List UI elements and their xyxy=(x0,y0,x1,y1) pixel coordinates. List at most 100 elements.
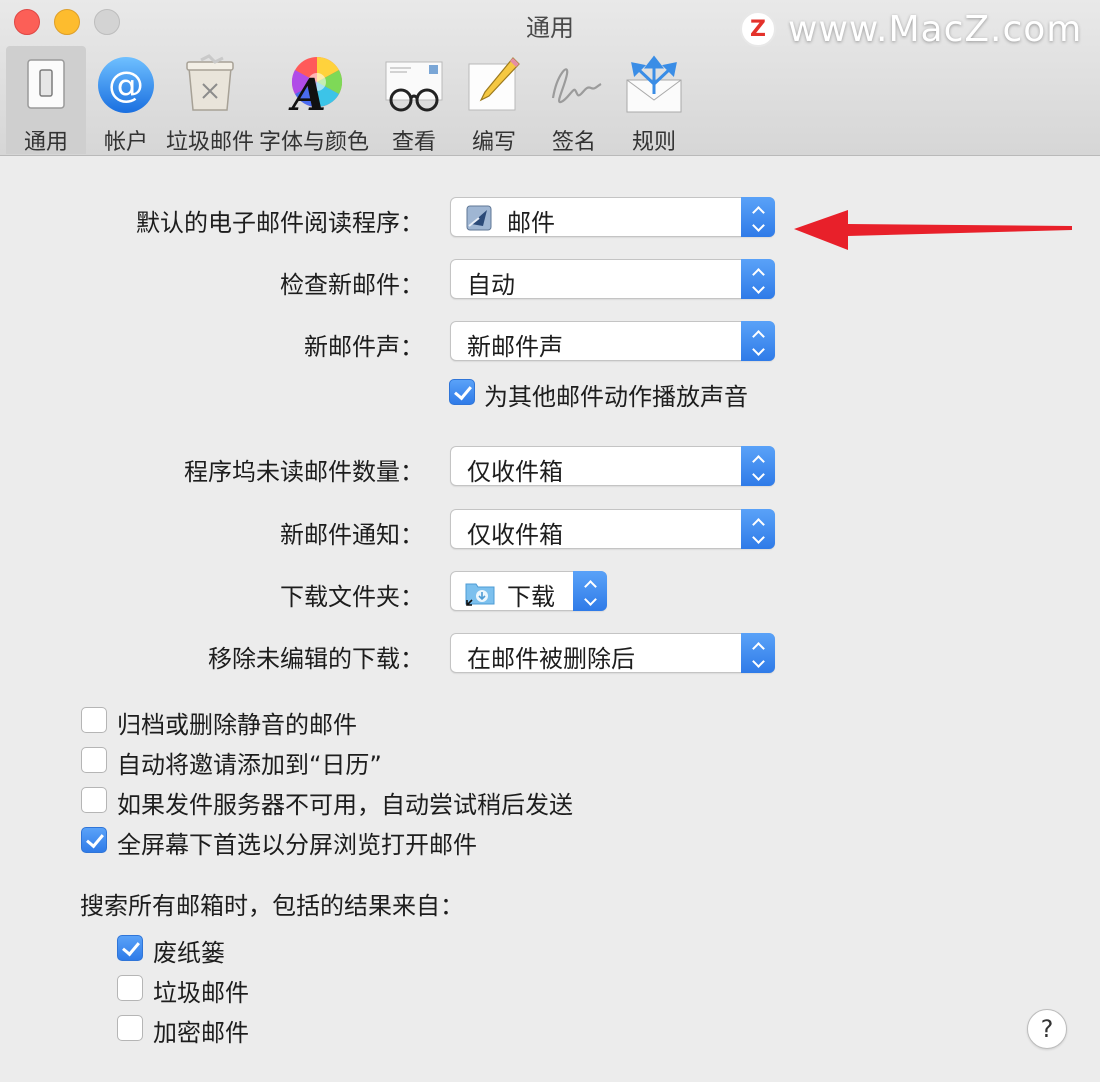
envelope-arrows-icon xyxy=(623,54,685,116)
search-junk-checkbox[interactable] xyxy=(117,975,143,1001)
tab-general-label: 通用 xyxy=(23,130,68,155)
downloads-folder-label: 下载文件夹： xyxy=(280,583,424,611)
chevron-down-icon xyxy=(751,219,765,232)
retry-send-label: 如果发件服务器不可用，自动尝试稍后发送 xyxy=(117,791,573,819)
popup-stepper xyxy=(741,321,775,361)
default-reader-row: 默认的电子邮件阅读程序： 邮件 xyxy=(0,197,1100,239)
new-mail-notifications-label: 新邮件通知： xyxy=(280,521,424,549)
retry-send-checkbox[interactable] xyxy=(81,787,107,813)
default-reader-label: 默认的电子邮件阅读程序： xyxy=(136,209,424,237)
title-bar: 通用 Z www.MacZ.com 通用 @ 帐户 垃圾邮件 A 字体与颜色 查… xyxy=(0,0,1100,156)
downloads-folder-row: 下载文件夹： 下载 xyxy=(0,571,1100,613)
archive-muted-label: 归档或删除静音的邮件 xyxy=(117,711,357,739)
chevron-up-icon xyxy=(751,455,765,468)
downloads-folder-popup[interactable]: 下载 xyxy=(450,571,607,611)
chevron-up-icon xyxy=(751,642,765,655)
new-mail-sound-label: 新邮件声： xyxy=(304,333,424,361)
preferences-toolbar: 通用 @ 帐户 垃圾邮件 A 字体与颜色 查看 编写 签名 规则 xyxy=(6,46,694,155)
search-junk-label: 垃圾邮件 xyxy=(153,979,249,1007)
mail-preferences-window: 通用 Z www.MacZ.com 通用 @ 帐户 垃圾邮件 A 字体与颜色 查… xyxy=(0,0,1100,1082)
new-mail-notifications-value: 仅收件箱 xyxy=(467,521,563,549)
chevron-up-icon xyxy=(751,206,765,219)
help-button[interactable]: ? xyxy=(1027,1009,1067,1049)
tab-accounts-label: 帐户 xyxy=(103,130,148,155)
split-view-checkbox[interactable] xyxy=(81,827,107,853)
tab-signatures[interactable]: 签名 xyxy=(534,46,614,155)
search-section-title: 搜索所有邮箱时，包括的结果来自： xyxy=(80,892,464,920)
mail-app-icon xyxy=(465,204,493,232)
tab-general[interactable]: 通用 xyxy=(6,46,86,155)
svg-text:@: @ xyxy=(108,65,144,106)
check-new-mail-value: 自动 xyxy=(467,271,515,299)
popup-stepper xyxy=(741,633,775,673)
check-new-mail-label: 检查新邮件： xyxy=(280,271,424,299)
watermark-logo-icon: Z xyxy=(740,11,776,47)
new-mail-sound-popup[interactable]: 新邮件声 xyxy=(450,321,775,361)
play-sounds-label: 为其他邮件动作播放声音 xyxy=(484,383,748,411)
play-sounds-checkbox[interactable] xyxy=(449,379,475,405)
popup-stepper xyxy=(741,259,775,299)
add-invitations-label: 自动将邀请添加到“日历” xyxy=(117,751,382,779)
popup-stepper xyxy=(741,446,775,486)
switch-icon xyxy=(15,54,77,116)
remove-downloads-label: 移除未编辑的下载： xyxy=(208,645,424,673)
split-view-label: 全屏幕下首选以分屏浏览打开邮件 xyxy=(117,831,477,859)
trash-bin-icon xyxy=(179,54,241,116)
glasses-icon xyxy=(383,54,445,116)
pencil-paper-icon xyxy=(463,54,525,116)
new-mail-notifications-row: 新邮件通知： 仅收件箱 xyxy=(0,509,1100,551)
chevron-up-icon xyxy=(751,330,765,343)
popup-stepper xyxy=(741,197,775,237)
dock-unread-label: 程序坞未读邮件数量： xyxy=(184,458,424,486)
svg-text:A: A xyxy=(288,70,326,116)
default-reader-popup[interactable]: 邮件 xyxy=(450,197,775,237)
tab-fonts-colors-label: 字体与颜色 xyxy=(258,130,369,155)
dock-unread-row: 程序坞未读邮件数量： 仅收件箱 xyxy=(0,446,1100,488)
signature-icon xyxy=(543,54,605,116)
downloads-folder-value: 下载 xyxy=(507,583,555,611)
add-invitations-checkbox[interactable] xyxy=(81,747,107,773)
tab-fonts-colors[interactable]: A 字体与颜色 xyxy=(254,46,374,155)
chevron-down-icon xyxy=(751,655,765,668)
tab-junk-mail-label: 垃圾邮件 xyxy=(166,130,255,155)
tab-viewing[interactable]: 查看 xyxy=(374,46,454,155)
remove-downloads-value: 在邮件被删除后 xyxy=(467,645,635,673)
tab-junk-mail[interactable]: 垃圾邮件 xyxy=(166,46,255,155)
chevron-down-icon xyxy=(583,593,597,606)
tab-rules[interactable]: 规则 xyxy=(614,46,694,155)
remove-downloads-popup[interactable]: 在邮件被删除后 xyxy=(450,633,775,673)
new-mail-sound-value: 新邮件声 xyxy=(467,333,563,361)
general-settings-pane: 默认的电子邮件阅读程序： 邮件 检查新邮件： 自动 新邮件声： 新邮件声 为其他… xyxy=(0,156,1100,1082)
tab-composing[interactable]: 编写 xyxy=(454,46,534,155)
chevron-down-icon xyxy=(751,343,765,356)
chevron-up-icon xyxy=(751,518,765,531)
check-new-mail-popup[interactable]: 自动 xyxy=(450,259,775,299)
new-mail-sound-row: 新邮件声： 新邮件声 xyxy=(0,321,1100,363)
chevron-down-icon xyxy=(751,281,765,294)
dock-unread-popup[interactable]: 仅收件箱 xyxy=(450,446,775,486)
default-reader-value: 邮件 xyxy=(507,209,555,237)
tab-rules-label: 规则 xyxy=(631,130,676,155)
search-encrypted-checkbox[interactable] xyxy=(117,1015,143,1041)
search-encrypted-label: 加密邮件 xyxy=(153,1019,249,1047)
tab-accounts[interactable]: @ 帐户 xyxy=(86,46,166,155)
tab-signatures-label: 签名 xyxy=(551,130,596,155)
popup-stepper xyxy=(573,571,607,611)
chevron-up-icon xyxy=(583,580,597,593)
watermark: Z www.MacZ.com xyxy=(740,6,1082,52)
archive-muted-checkbox[interactable] xyxy=(81,707,107,733)
check-new-mail-row: 检查新邮件： 自动 xyxy=(0,259,1100,301)
new-mail-notifications-popup[interactable]: 仅收件箱 xyxy=(450,509,775,549)
watermark-text: www.MacZ.com xyxy=(788,8,1083,50)
font-color-wheel-icon: A xyxy=(283,54,345,121)
chevron-down-icon xyxy=(751,468,765,481)
search-trash-checkbox[interactable] xyxy=(117,935,143,961)
chevron-up-icon xyxy=(751,268,765,281)
at-sign-icon: @ xyxy=(95,54,157,116)
dock-unread-value: 仅收件箱 xyxy=(467,458,563,486)
popup-stepper xyxy=(741,509,775,549)
tab-viewing-label: 查看 xyxy=(391,130,436,155)
tab-composing-label: 编写 xyxy=(471,130,516,155)
remove-downloads-row: 移除未编辑的下载： 在邮件被删除后 xyxy=(0,633,1100,675)
search-trash-label: 废纸篓 xyxy=(153,939,225,967)
